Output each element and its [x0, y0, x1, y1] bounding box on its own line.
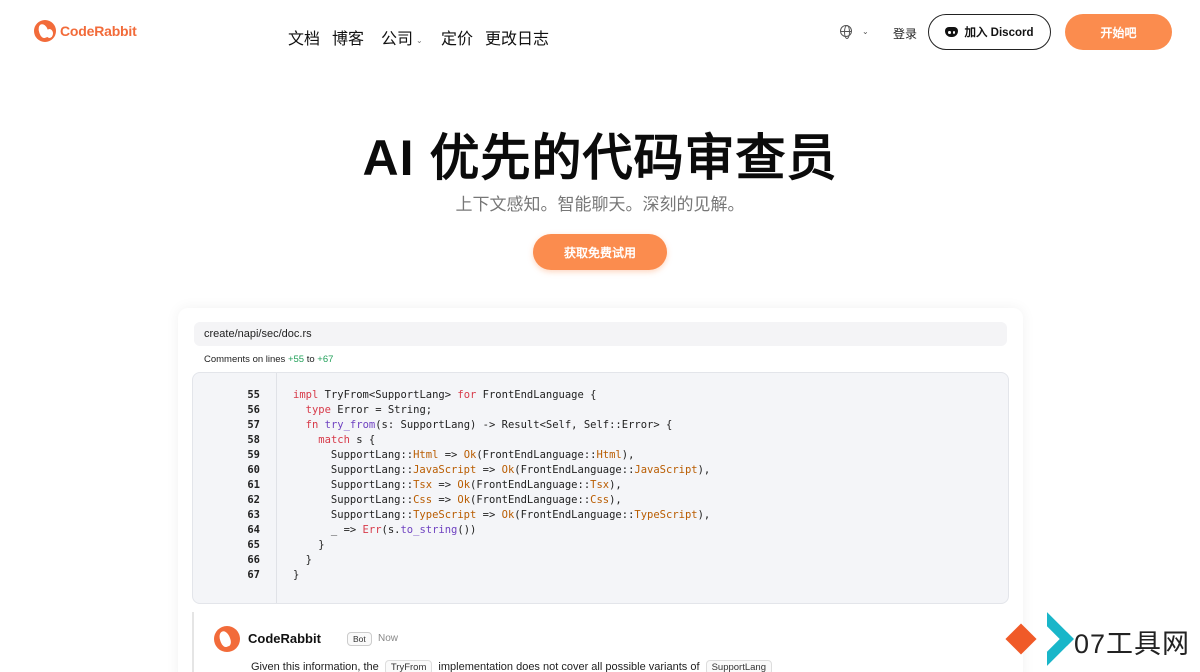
discord-icon	[945, 27, 959, 37]
get-started-button[interactable]: 开始吧	[1065, 14, 1172, 50]
nav-item-pricing[interactable]: 定价	[441, 25, 473, 49]
logo[interactable]: CodeRabbit	[34, 20, 137, 42]
code-line: match s {	[318, 434, 376, 446]
comment-timestamp: Now	[378, 633, 399, 644]
line-number-gutter: 55 56 57 58 59 60 61 62 63 64 65 66 67	[193, 373, 277, 603]
free-trial-label: 获取免费试用	[563, 245, 636, 260]
line-to: +67	[317, 354, 334, 365]
nav-item-docs[interactable]: 文档	[288, 25, 320, 49]
language-selector[interactable]: ⌄	[840, 25, 869, 39]
comment-text-part: implementation does not cover all possib…	[435, 661, 703, 672]
review-comment: CodeRabbit Bot Now Given this informatio…	[192, 612, 1009, 672]
nav-item-label: 定价	[441, 31, 474, 48]
code-line: _ => Err(s.to_string())	[293, 524, 477, 536]
bot-badge: Bot	[347, 632, 372, 646]
code-line: SupportLang::Tsx => Ok(FrontEndLanguage:…	[293, 479, 622, 491]
code-review-card: create/napi/sec/doc.rs Comments on lines…	[178, 308, 1023, 672]
line-number: 56	[247, 404, 260, 416]
file-path: create/napi/sec/doc.rs	[204, 328, 312, 340]
line-number: 67	[247, 569, 260, 581]
comment-author: CodeRabbit	[248, 631, 321, 646]
comment-body: Given this information, the TryFrom impl…	[251, 660, 775, 672]
code-line: type Error = String;	[305, 404, 433, 416]
watermark: 07工具网	[1005, 612, 1200, 672]
line-number: 62	[247, 494, 260, 506]
code-line: SupportLang::JavaScript => Ok(FrontEndLa…	[293, 464, 711, 476]
nav-item-changelog[interactable]: 更改日志	[485, 25, 549, 49]
comment-range: Comments on lines +55 to +67	[204, 354, 333, 365]
comment-range-prefix: Comments on lines	[204, 354, 288, 365]
nav-item-company[interactable]: 公司 ⌄	[381, 25, 423, 49]
code-chip-supportlang: SupportLang	[705, 660, 772, 672]
globe-icon	[840, 25, 852, 39]
chevron-down-icon: ⌄	[416, 36, 423, 45]
line-from: +55	[287, 354, 305, 365]
chevron-down-icon: ⌄	[862, 26, 869, 36]
nav-item-label: 文档	[288, 31, 321, 48]
code-line: SupportLang::TypeScript => Ok(FrontEndLa…	[293, 509, 711, 521]
code-chip-tryfrom: TryFrom	[384, 660, 433, 672]
hero-subtitle: 上下文感知。智能聊天。深刻的见解。	[455, 195, 745, 214]
code-block: 55 56 57 58 59 60 61 62 63 64 65 66 67 impl TryFrom<…	[192, 372, 1009, 604]
discord-button-label: 加入 Discord	[964, 27, 1034, 39]
login-link[interactable]: 登录	[893, 25, 917, 42]
comment-range-to: to	[304, 354, 318, 365]
line-number: 57	[247, 419, 260, 431]
join-discord-button[interactable]: 加入 Discord	[928, 14, 1051, 50]
line-number: 60	[247, 464, 260, 476]
code-line: fn try_from(s: SupportLang) -> Result<Se…	[305, 419, 673, 431]
avatar	[214, 626, 240, 652]
nav-item-label: 更改日志	[485, 31, 550, 48]
line-number: 64	[247, 524, 260, 536]
code-line: }	[293, 554, 312, 566]
hero-title: AI 优先的代码审查员	[362, 130, 838, 186]
code-line: SupportLang::Css => Ok(FrontEndLanguage:…	[293, 494, 622, 506]
line-number: 61	[247, 479, 260, 491]
line-number: 65	[247, 539, 260, 551]
line-number: 63	[247, 509, 260, 521]
nav-item-label: 公司	[381, 31, 414, 48]
line-number: 66	[247, 554, 260, 566]
code-line: }	[293, 569, 300, 581]
nav-item-blog[interactable]: 博客	[332, 25, 364, 49]
code-line: impl TryFrom<SupportLang> for FrontEndLa…	[293, 389, 597, 401]
file-path-bar: create/napi/sec/doc.rs	[194, 322, 1007, 346]
line-number: 59	[247, 449, 260, 461]
line-number: 55	[247, 389, 260, 401]
top-nav: CodeRabbit 文档 博客 公司 ⌄ 定价 更改日志 ⌄ 登录 加入 Dis…	[0, 0, 1200, 64]
watermark-text: 07工具网	[1074, 629, 1191, 659]
free-trial-button[interactable]: 获取免费试用	[533, 234, 667, 270]
comment-text-part: Given this information, the	[251, 661, 382, 672]
rabbit-logo-icon	[34, 20, 56, 42]
logo-text: CodeRabbit	[60, 23, 137, 39]
get-started-label: 开始吧	[1100, 25, 1137, 40]
code-line: }	[293, 539, 325, 551]
nav-item-label: 博客	[332, 31, 365, 48]
line-number: 58	[247, 434, 260, 446]
code-line: SupportLang::Html => Ok(FrontEndLanguage…	[293, 449, 635, 461]
watermark-arrow-icon	[1020, 612, 1074, 666]
